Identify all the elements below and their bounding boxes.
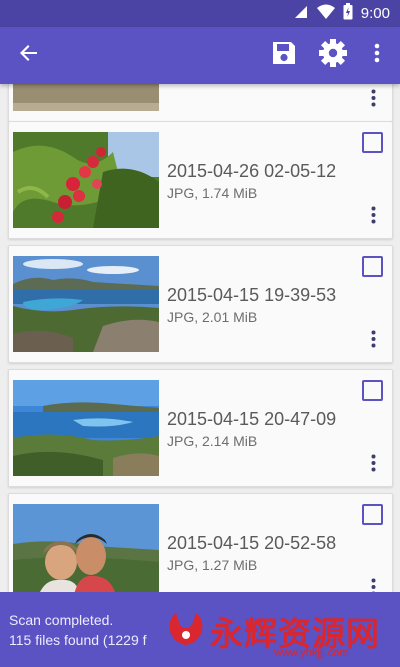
- battery-icon: [343, 3, 353, 25]
- watermark-url: www.yhkjjj.com: [274, 647, 349, 659]
- file-info: JPG, 1.74 MiB: [167, 185, 258, 201]
- select-checkbox[interactable]: [362, 504, 383, 525]
- file-name: 2015-04-15 19-39-53: [167, 285, 337, 305]
- item-more-button[interactable]: [366, 578, 380, 592]
- file-info: JPG, 2.01 MiB: [167, 309, 258, 325]
- file-info: JPG, 1.27 MiB: [167, 557, 258, 573]
- more-vert-icon: [371, 206, 376, 229]
- app-toolbar: [0, 27, 400, 84]
- list-item-partial[interactable]: [8, 84, 393, 122]
- file-name: 2015-04-26 02-05-12: [167, 161, 337, 181]
- more-vert-icon: [371, 578, 376, 592]
- status-time: 9:00: [360, 5, 390, 22]
- more-vert-icon: [371, 454, 376, 477]
- select-checkbox[interactable]: [362, 132, 383, 153]
- settings-button[interactable]: [312, 27, 354, 84]
- more-vert-icon: [371, 89, 376, 112]
- list-item[interactable]: 2015-04-15 20-47-09 JPG, 2.14 MiB: [8, 369, 393, 487]
- gear-icon: [318, 38, 348, 73]
- save-button[interactable]: [263, 27, 305, 84]
- item-more-button[interactable]: [366, 330, 380, 352]
- more-vert-icon: [374, 43, 380, 68]
- status-bar: 9:00: [0, 0, 400, 27]
- item-more-button[interactable]: [366, 89, 380, 111]
- file-thumbnail: [13, 504, 159, 592]
- wifi-icon: [316, 4, 335, 25]
- site-watermark: 永辉资源网 www.yhkjjj.com: [164, 601, 400, 667]
- overflow-menu-button[interactable]: [362, 27, 392, 84]
- signal-icon: [293, 4, 309, 25]
- select-checkbox[interactable]: [362, 256, 383, 277]
- file-thumbnail: [13, 84, 159, 111]
- file-thumbnail: [13, 132, 159, 228]
- file-info: JPG, 2.14 MiB: [167, 433, 258, 449]
- list-item[interactable]: 2015-04-26 02-05-12 JPG, 1.74 MiB: [8, 121, 393, 239]
- list-item[interactable]: 2015-04-15 20-52-58 JPG, 1.27 MiB: [8, 493, 393, 592]
- item-more-button[interactable]: [366, 454, 380, 476]
- snackbar-message-line1: Scan completed.: [9, 612, 114, 628]
- item-more-button[interactable]: [366, 206, 380, 228]
- save-icon: [270, 39, 298, 72]
- select-checkbox[interactable]: [362, 380, 383, 401]
- list-item[interactable]: 2015-04-15 19-39-53 JPG, 2.01 MiB: [8, 245, 393, 363]
- back-button[interactable]: [8, 27, 50, 84]
- arrow-back-icon: [19, 43, 39, 68]
- recovered-file-list[interactable]: 2015-04-26 02-05-12 JPG, 1.74 MiB 2015-0…: [0, 84, 400, 592]
- snackbar-message-line2: 115 files found (1229 f: [9, 632, 147, 648]
- file-thumbnail: [13, 256, 159, 352]
- file-name: 2015-04-15 20-52-58: [167, 533, 337, 553]
- file-thumbnail: [13, 380, 159, 476]
- more-vert-icon: [371, 330, 376, 353]
- file-name: 2015-04-15 20-47-09: [167, 409, 337, 429]
